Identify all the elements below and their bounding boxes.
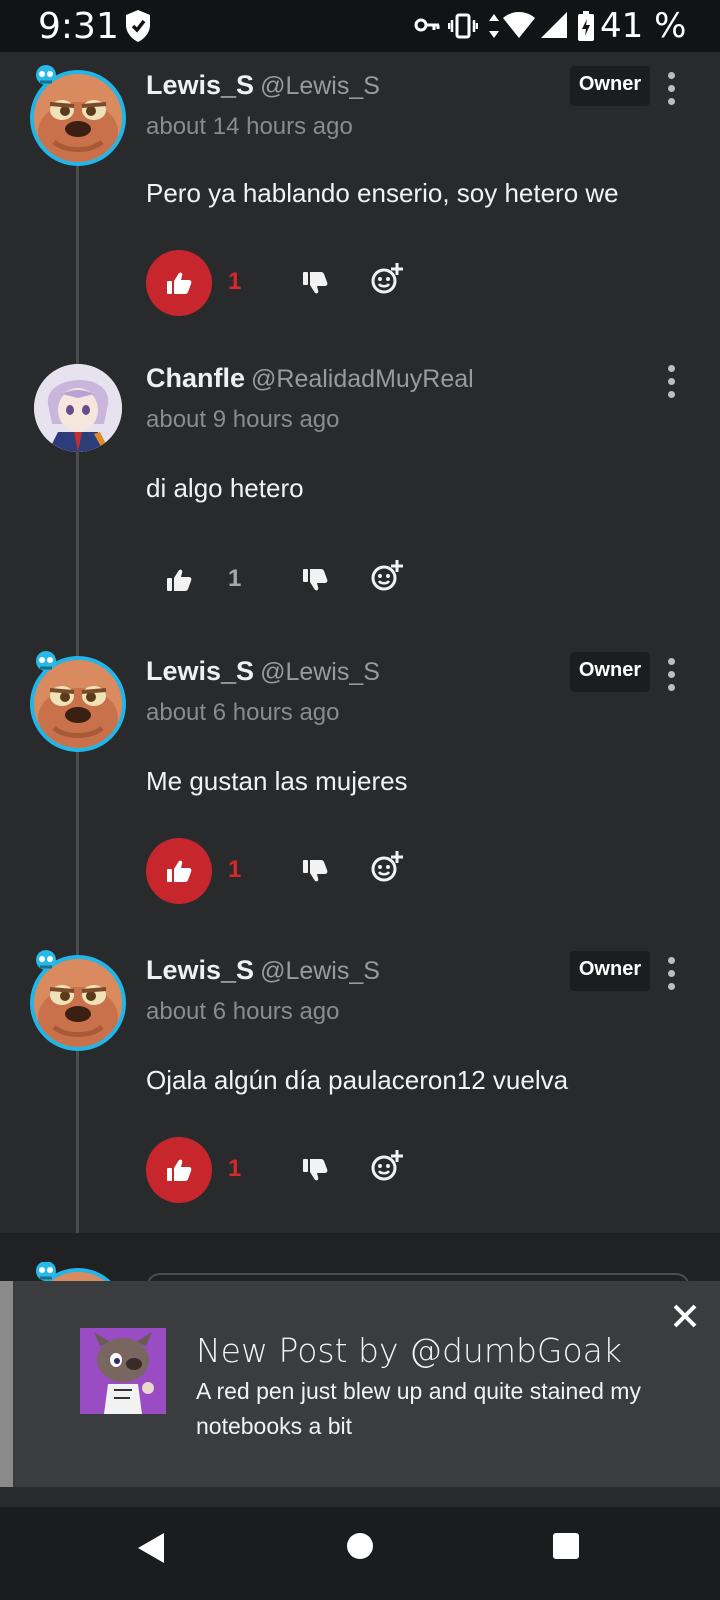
author-name: Chanfle — [146, 363, 246, 393]
system-nav-bar — [0, 1507, 720, 1600]
toast-accent-bar — [0, 1281, 13, 1487]
close-icon[interactable] — [672, 1303, 698, 1329]
like-button[interactable] — [146, 1137, 212, 1203]
author-handle: @RealidadMuyReal — [251, 365, 474, 393]
comment-time: about 9 hours ago — [146, 406, 340, 433]
avatar-image — [34, 364, 122, 452]
more-options-icon[interactable] — [664, 658, 678, 692]
more-options-icon[interactable] — [664, 72, 678, 106]
back-icon[interactable] — [136, 1531, 166, 1565]
author-name: Lewis_S — [146, 955, 255, 985]
battery-charging-icon — [578, 11, 594, 41]
add-reaction-icon[interactable] — [370, 559, 404, 593]
vpn-key-icon — [414, 18, 440, 32]
comment-author[interactable]: Chanfle @RealidadMuyReal — [146, 363, 474, 394]
add-reaction-icon[interactable] — [370, 850, 404, 884]
battery-percent: 41 % — [600, 6, 687, 46]
add-reaction-icon[interactable] — [370, 1149, 404, 1183]
author-name: Lewis_S — [146, 656, 255, 686]
wifi-icon — [503, 12, 535, 38]
author-handle: @Lewis_S — [260, 957, 380, 985]
owner-badge: Owner — [570, 66, 650, 106]
avatar[interactable] — [30, 70, 126, 166]
status-time: 9:31 — [38, 6, 119, 47]
notification-thumbnail — [80, 1328, 166, 1414]
comment-text: Pero ya hablando enserio, soy hetero we — [146, 178, 619, 208]
notification-text: A red pen just blew up and quite stained… — [196, 1378, 641, 1439]
avatar-badge-icon — [33, 1262, 59, 1282]
comment-time: about 14 hours ago — [146, 113, 353, 140]
data-arrows-icon — [489, 14, 499, 38]
notification-toast[interactable]: New Post by @dumbGoak A red pen just ble… — [0, 1281, 720, 1487]
comment-text: Ojala algún día paulaceron12 vuelva — [146, 1065, 569, 1095]
comment-author[interactable]: Lewis_S @Lewis_S — [146, 656, 380, 687]
thumbs-down-icon[interactable] — [302, 270, 328, 296]
comment-time: about 6 hours ago — [146, 699, 340, 726]
like-count: 1 — [228, 565, 242, 592]
thumbs-down-icon[interactable] — [302, 1157, 328, 1183]
status-bar: 9:31 41 % — [0, 0, 720, 52]
like-button[interactable] — [146, 250, 212, 316]
thumbs-down-icon[interactable] — [302, 858, 328, 884]
thumbs-up-icon — [166, 270, 192, 296]
author-name: Lewis_S — [146, 70, 255, 100]
avatar[interactable] — [30, 656, 126, 752]
add-reaction-icon[interactable] — [370, 262, 404, 296]
thumbs-up-icon — [166, 1157, 192, 1183]
like-count: 1 — [228, 856, 242, 883]
comment-time: about 6 hours ago — [146, 998, 340, 1025]
avatar-badge-icon — [33, 949, 59, 971]
thumbs-up-icon — [166, 567, 192, 593]
like-button[interactable] — [146, 838, 212, 904]
thumbs-down-icon[interactable] — [302, 567, 328, 593]
owner-badge: Owner — [570, 951, 650, 991]
author-handle: @Lewis_S — [260, 72, 380, 100]
owner-badge: Owner — [570, 652, 650, 692]
avatar[interactable] — [30, 955, 126, 1051]
thumbs-up-icon — [166, 858, 192, 884]
comment-text: di algo hetero — [146, 473, 304, 503]
more-options-icon[interactable] — [664, 365, 678, 399]
comment-author[interactable]: Lewis_S @Lewis_S — [146, 955, 380, 986]
author-handle: @Lewis_S — [260, 658, 380, 686]
signal-icon — [541, 12, 567, 38]
comment-text: Me gustan las mujeres — [146, 766, 408, 796]
like-button[interactable] — [146, 547, 212, 613]
like-count: 1 — [228, 268, 242, 295]
recents-icon[interactable] — [552, 1532, 580, 1560]
avatar[interactable] — [30, 360, 126, 456]
home-icon[interactable] — [346, 1532, 374, 1560]
avatar-badge-icon — [33, 64, 59, 86]
avatar-badge-icon — [33, 650, 59, 672]
bottom-gap — [0, 1487, 720, 1507]
more-options-icon[interactable] — [664, 957, 678, 991]
notification-title: New Post by @dumbGoak — [196, 1331, 623, 1370]
comment-author[interactable]: Lewis_S @Lewis_S — [146, 70, 380, 101]
shield-icon — [126, 10, 150, 42]
like-count: 1 — [228, 1155, 242, 1182]
vibrate-icon — [448, 13, 478, 39]
